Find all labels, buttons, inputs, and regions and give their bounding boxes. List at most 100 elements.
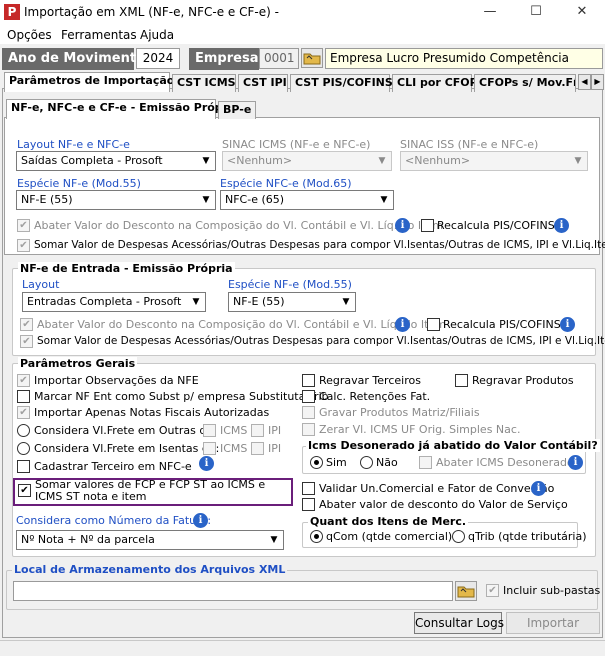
consultar-logs-button[interactable]: Consultar Logs [414,612,504,634]
fatura-label: Considera como Número da Fatura: [16,514,212,527]
somar-despesas-checkbox[interactable]: ✔ [17,239,30,252]
info-icon[interactable]: i [554,218,569,233]
empresa-code-input[interactable]: 0001 [259,48,299,69]
somar-fcp-checkbox[interactable]: ✔ [18,484,31,497]
desonerado-nao-radio[interactable] [360,456,373,469]
especie-nfce-label: Espécie NFC-e (Mod.65) [220,177,352,190]
recalcula-checkbox[interactable] [421,219,434,232]
abater-desconto-checkbox[interactable]: ✔ [17,219,30,232]
ano-label: Ano de Movimento [2,48,145,70]
importar-button[interactable]: Importar [506,612,600,634]
frete-outras-icms-checkbox[interactable] [203,424,216,437]
tab-cst-icms[interactable]: CST ICMS [172,74,236,92]
layout-nfe-label: Layout NF-e e NFC-e [17,138,130,151]
frete-outras-ipi-checkbox[interactable] [251,424,264,437]
folder-icon[interactable] [301,48,323,68]
info-icon[interactable]: i [560,317,575,332]
incluir-subpastas-checkbox[interactable]: ✔ [486,584,499,597]
entrada-abater-checkbox[interactable]: ✔ [20,318,33,331]
recalcula-label: Recalcula PIS/COFINS? [437,219,561,232]
entrada-layout-select[interactable]: Entradas Completa - Prosoft ▼ [22,292,206,312]
desonerado-sim-label: Sim [326,456,347,469]
frete-isentas-ipi-label: IPI [268,442,282,455]
frete-isentas-icms-checkbox[interactable] [203,442,216,455]
info-icon[interactable]: i [193,513,208,528]
incluir-subpastas-label: Incluir sub-pastas [503,584,601,597]
sinac-icms-select[interactable]: <Nenhum> ▼ [222,151,392,171]
abater-servico-checkbox[interactable] [302,498,315,511]
minimize-button[interactable]: — [467,0,513,24]
importar-apenas-checkbox[interactable]: ✔ [17,406,30,419]
validar-checkbox[interactable] [302,482,315,495]
marcar-nf-checkbox[interactable] [17,390,30,403]
especie-nfe-label: Espécie NF-e (Mod.55) [17,177,141,190]
entrada-recalcula-label: Recalcula PIS/COFINS? [443,318,567,331]
chevron-down-icon: ▼ [378,156,386,166]
gravar-produtos-label: Gravar Produtos Matriz/Filiais [319,406,480,419]
empresa-name-field: Empresa Lucro Presumido Competência [325,48,603,69]
info-icon[interactable]: i [531,481,546,496]
frete-outras-icms-label: ICMS [220,424,248,437]
importar-obs-label: Importar Observações da NFE [34,374,199,387]
tab-scroll-left-icon[interactable]: ◀ [578,74,591,90]
regravar-produtos-label: Regravar Produtos [472,374,574,387]
sinac-icms-label: SINAC ICMS (NF-e e NFC-e) [222,138,371,151]
menu-opcoes[interactable]: Opções [7,28,52,42]
sinac-iss-select[interactable]: <Nenhum> ▼ [400,151,588,171]
chevron-down-icon: ▼ [192,297,200,307]
frete-outras-radio[interactable] [17,424,30,437]
sinac-iss-value: <Nenhum> [405,154,471,167]
subtab-nfe[interactable]: NF-e, NFC-e e CF-e - Emissão Própria [6,99,239,119]
entrada-somar-label: Somar Valor de Despesas Acessórias/Outra… [37,335,605,347]
qtrib-radio[interactable] [452,530,465,543]
tab-cfops-mov[interactable]: CFOPs s/ Mov.Fís [474,74,576,92]
fatura-value: Nº Nota + Nº da parcela [21,533,155,546]
subtab-bpe[interactable]: BP-e [218,101,256,119]
frete-isentas-ipi-checkbox[interactable] [251,442,264,455]
close-button[interactable]: ✕ [559,0,605,24]
especie-nfe-select[interactable]: NF-E (55) ▼ [16,190,216,210]
regravar-terceiros-label: Regravar Terceiros [319,374,421,387]
desonerado-sim-radio[interactable] [310,456,323,469]
info-icon[interactable]: i [568,455,583,470]
regravar-terceiros-checkbox[interactable] [302,374,315,387]
chevron-down-icon: ▼ [342,297,350,307]
ano-input[interactable]: 2024 [136,48,180,69]
calc-retencoes-checkbox[interactable] [302,390,315,403]
validar-label: Validar Un.Comercial e Fator de Conversã… [319,482,555,495]
frete-outras-ipi-label: IPI [268,424,282,437]
qtrib-label: qTrib (qtde tributária) [468,530,587,543]
abater-desonerado-checkbox[interactable] [419,456,432,469]
tab-cst-ipi[interactable]: CST IPI [238,74,288,92]
local-path-input[interactable] [13,581,453,601]
entrada-somar-checkbox[interactable]: ✔ [20,335,33,348]
entrada-especie-select[interactable]: NF-E (55) ▼ [228,292,356,312]
icms-desonerado-title: Icms Desonerado já abatido do Valor Cont… [306,439,600,452]
layout-nfe-select[interactable]: Saídas Completa - Prosoft ▼ [16,151,216,171]
frete-isentas-icms-label: ICMS [220,442,248,455]
cadastrar-terceiro-checkbox[interactable] [17,460,30,473]
info-icon[interactable]: i [199,456,214,471]
qcom-radio[interactable] [310,530,323,543]
entrada-especie-label: Espécie NF-e (Mod.55) [228,278,352,291]
gravar-produtos-checkbox[interactable] [302,406,315,419]
frete-isentas-radio[interactable] [17,442,30,455]
info-icon[interactable]: i [395,317,410,332]
sinac-icms-value: <Nenhum> [227,154,293,167]
maximize-button[interactable]: ☐ [513,0,559,24]
fatura-select[interactable]: Nº Nota + Nº da parcela ▼ [16,530,284,550]
importar-obs-checkbox[interactable]: ✔ [17,374,30,387]
tab-parametros[interactable]: Parâmetros de Importação [4,72,174,92]
tab-scroll-right-icon[interactable]: ▶ [591,74,604,90]
especie-nfce-select[interactable]: NFC-e (65) ▼ [220,190,394,210]
regravar-produtos-checkbox[interactable] [455,374,468,387]
info-icon[interactable]: i [395,218,410,233]
menu-ajuda[interactable]: Ajuda [140,28,174,42]
frete-isentas-label: Considera Vl.Frete em Isentas de: [34,442,220,455]
zerar-icms-checkbox[interactable] [302,423,315,436]
tab-cli-cfop[interactable]: CLI por CFOP [392,74,478,92]
menu-ferramentas[interactable]: Ferramentas [61,28,137,42]
entrada-recalcula-checkbox[interactable] [427,318,440,331]
tab-cst-pis-cofins[interactable]: CST PIS/COFINS [290,74,393,92]
folder-icon[interactable] [455,581,477,601]
